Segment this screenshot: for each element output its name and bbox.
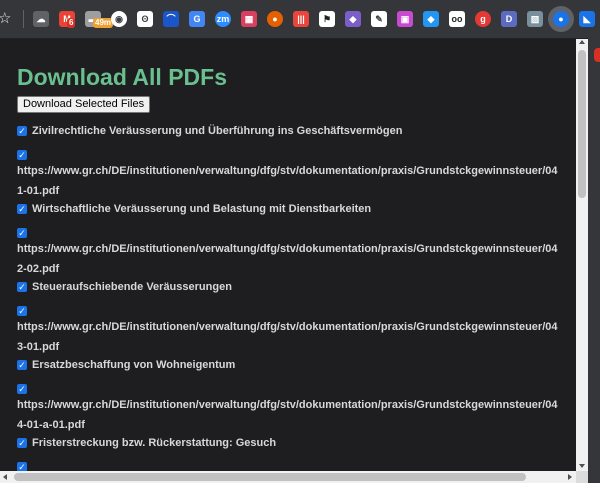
file-title: Fristerstreckung bzw. Rückerstattung: Ge… (32, 437, 277, 449)
file-title: Steueraufschiebende Veräusserungen (32, 281, 232, 293)
file-title: Ersatzbeschaffung von Wohneigentum (32, 359, 236, 371)
file-list-item: ✓ Fristerstreckung bzw. Rückerstattung: G… (17, 435, 562, 471)
file-title-row: ✓ Steueraufschiebende Veräusserungen (17, 279, 562, 299)
gem-icon: ◆ (423, 11, 439, 27)
file-title-row: ✓ Zivilrechtliche Veräusserung und Überfü… (17, 123, 562, 143)
audio-bars-extension-button[interactable]: ||| (288, 6, 314, 32)
browser-side-panel (588, 38, 600, 491)
glasses-icon: oo (449, 11, 465, 27)
file-list-item: ✓ Ersatzbeschaffung von Wohneigentum ✓ http… (17, 357, 562, 435)
url-checkbox[interactable]: ✓ (17, 227, 27, 238)
zoom-icon: zm (215, 11, 231, 27)
url-checkbox[interactable]: ✓ (17, 149, 27, 160)
calendar-extension-button[interactable]: ▬49m (80, 6, 114, 32)
file-title-row: ✓ Fristerstreckung bzw. Rückerstattung: G… (17, 435, 562, 455)
toolbar-divider (23, 10, 24, 28)
firefox-icon: ● (267, 11, 283, 27)
file-list-item: ✓ Zivilrechtliche Veräusserung und Überfü… (17, 123, 562, 201)
d-square-extension-button[interactable]: D (496, 6, 522, 32)
gallery-extension-button[interactable]: ▣ (392, 6, 418, 32)
eyedropper-extension-button[interactable]: ✎ (366, 6, 392, 32)
flag-icon: ⚑ (319, 11, 335, 27)
tag-extension-button[interactable]: ◆ (340, 6, 366, 32)
scroll-right-arrow-icon[interactable] (568, 474, 572, 480)
tag-icon: ◆ (345, 11, 361, 27)
g-circle-extension-button[interactable]: g (470, 6, 496, 32)
page-content: Download All PDFs Download Selected File… (0, 39, 576, 471)
url-checkbox-row: ✓ (17, 221, 562, 241)
horizontal-scroll-thumb[interactable] (14, 473, 526, 481)
url-checkbox-row: ✓ (17, 455, 562, 471)
g-circle-icon: g (475, 11, 491, 27)
title-checkbox[interactable]: ✓ (17, 204, 27, 214)
url-checkbox-row: ✓ (17, 299, 562, 319)
scrollbar-corner (576, 471, 588, 483)
title-checkbox[interactable]: ✓ (17, 360, 27, 370)
zoom-extension-button[interactable]: zm (210, 6, 236, 32)
image-icon: ▨ (527, 11, 543, 27)
file-title: Zivilrechtliche Veräusserung und Überfüh… (32, 125, 403, 137)
image-extension-button[interactable]: ▨ (522, 6, 548, 32)
creeper-extension-button[interactable]: ▦ (236, 6, 262, 32)
title-checkbox[interactable]: ✓ (17, 282, 27, 292)
owl-icon: ʘ (137, 11, 153, 27)
circle-target-icon: ◉ (111, 11, 127, 27)
file-url-link[interactable]: https://www.gr.ch/DE/institutionen/verwa… (17, 318, 562, 357)
translate-icon: G (189, 11, 205, 27)
gem-extension-button[interactable]: ◆ (418, 6, 444, 32)
download-selected-button[interactable]: Download Selected Files (17, 96, 151, 113)
eyedropper-icon: ✎ (371, 11, 387, 27)
owl-extension-button[interactable]: ʘ (132, 6, 158, 32)
file-url-link[interactable]: https://www.gr.ch/DE/institutionen/verwa… (17, 240, 562, 279)
d-square-icon: D (501, 11, 517, 27)
partial-icon: ◣ (579, 11, 595, 27)
firefox-extension-button[interactable]: ● (262, 6, 288, 32)
url-checkbox-row: ✓ (17, 377, 562, 397)
window-bottom-edge (0, 483, 600, 491)
puzzle-active-icon: ● (553, 11, 569, 27)
arc-icon: ⌒ (163, 11, 179, 27)
arc-extension-button[interactable]: ⌒ (158, 6, 184, 32)
title-checkbox[interactable]: ✓ (17, 438, 27, 448)
url-checkbox-row: ✓ (17, 143, 562, 163)
bookmark-star-icon[interactable]: ☆ (0, 11, 11, 26)
scroll-left-arrow-icon[interactable] (3, 474, 7, 480)
extension-badge: 6 (67, 18, 76, 28)
glasses-extension-button[interactable]: oo (444, 6, 470, 32)
side-panel-button[interactable] (594, 48, 600, 62)
url-checkbox[interactable]: ✓ (17, 383, 27, 394)
page-title: Download All PDFs (17, 64, 227, 90)
file-title-row: ✓ Wirtschaftliche Veräusserung und Belast… (17, 201, 562, 221)
url-checkbox[interactable]: ✓ (17, 305, 27, 316)
partial-extension-button[interactable]: ◣ (574, 6, 600, 32)
gmail-extension-button[interactable]: M6 (54, 6, 80, 32)
file-list-item: ✓ Wirtschaftliche Veräusserung und Belast… (17, 201, 562, 279)
file-title: Wirtschaftliche Veräusserung und Belastu… (32, 203, 372, 215)
cloud-extension-button[interactable]: ☁ (28, 6, 54, 32)
extensions-bar: ☁ M6▬49m◉ ʘ ⌒ Gzm ▦ ● ||| ⚑ ◆ ✎ ▣ ◆ oogD ▨ ● ◣ (28, 6, 600, 32)
file-list: ✓ Zivilrechtliche Veräusserung und Überfü… (17, 123, 562, 471)
file-list-item: ✓ Steueraufschiebende Veräusserungen ✓ http… (17, 279, 562, 357)
url-checkbox[interactable]: ✓ (17, 461, 27, 471)
cloud-icon: ☁ (33, 11, 49, 27)
file-url-link[interactable]: https://www.gr.ch/DE/institutionen/verwa… (17, 396, 562, 435)
flag-extension-button[interactable]: ⚑ (314, 6, 340, 32)
circle-target-extension-button[interactable]: ◉ (106, 6, 132, 32)
file-title-row: ✓ Ersatzbeschaffung von Wohneigentum (17, 357, 562, 377)
translate-extension-button[interactable]: G (184, 6, 210, 32)
gallery-icon: ▣ (397, 11, 413, 27)
puzzle-active-extension-button[interactable]: ● (548, 6, 574, 32)
browser-toolbar: ☆ ☁ M6▬49m◉ ʘ ⌒ Gzm ▦ ● ||| ⚑ ◆ ✎ ▣ ◆ oogD ▨ ● ◣ (0, 0, 600, 39)
scroll-down-arrow-icon[interactable] (579, 464, 585, 468)
audio-bars-icon: ||| (293, 11, 309, 27)
vertical-scroll-thumb[interactable] (578, 50, 586, 198)
scroll-up-arrow-icon[interactable] (579, 40, 585, 44)
file-url-link[interactable]: https://www.gr.ch/DE/institutionen/verwa… (17, 162, 562, 201)
creeper-icon: ▦ (241, 11, 257, 27)
title-checkbox[interactable]: ✓ (17, 126, 27, 136)
